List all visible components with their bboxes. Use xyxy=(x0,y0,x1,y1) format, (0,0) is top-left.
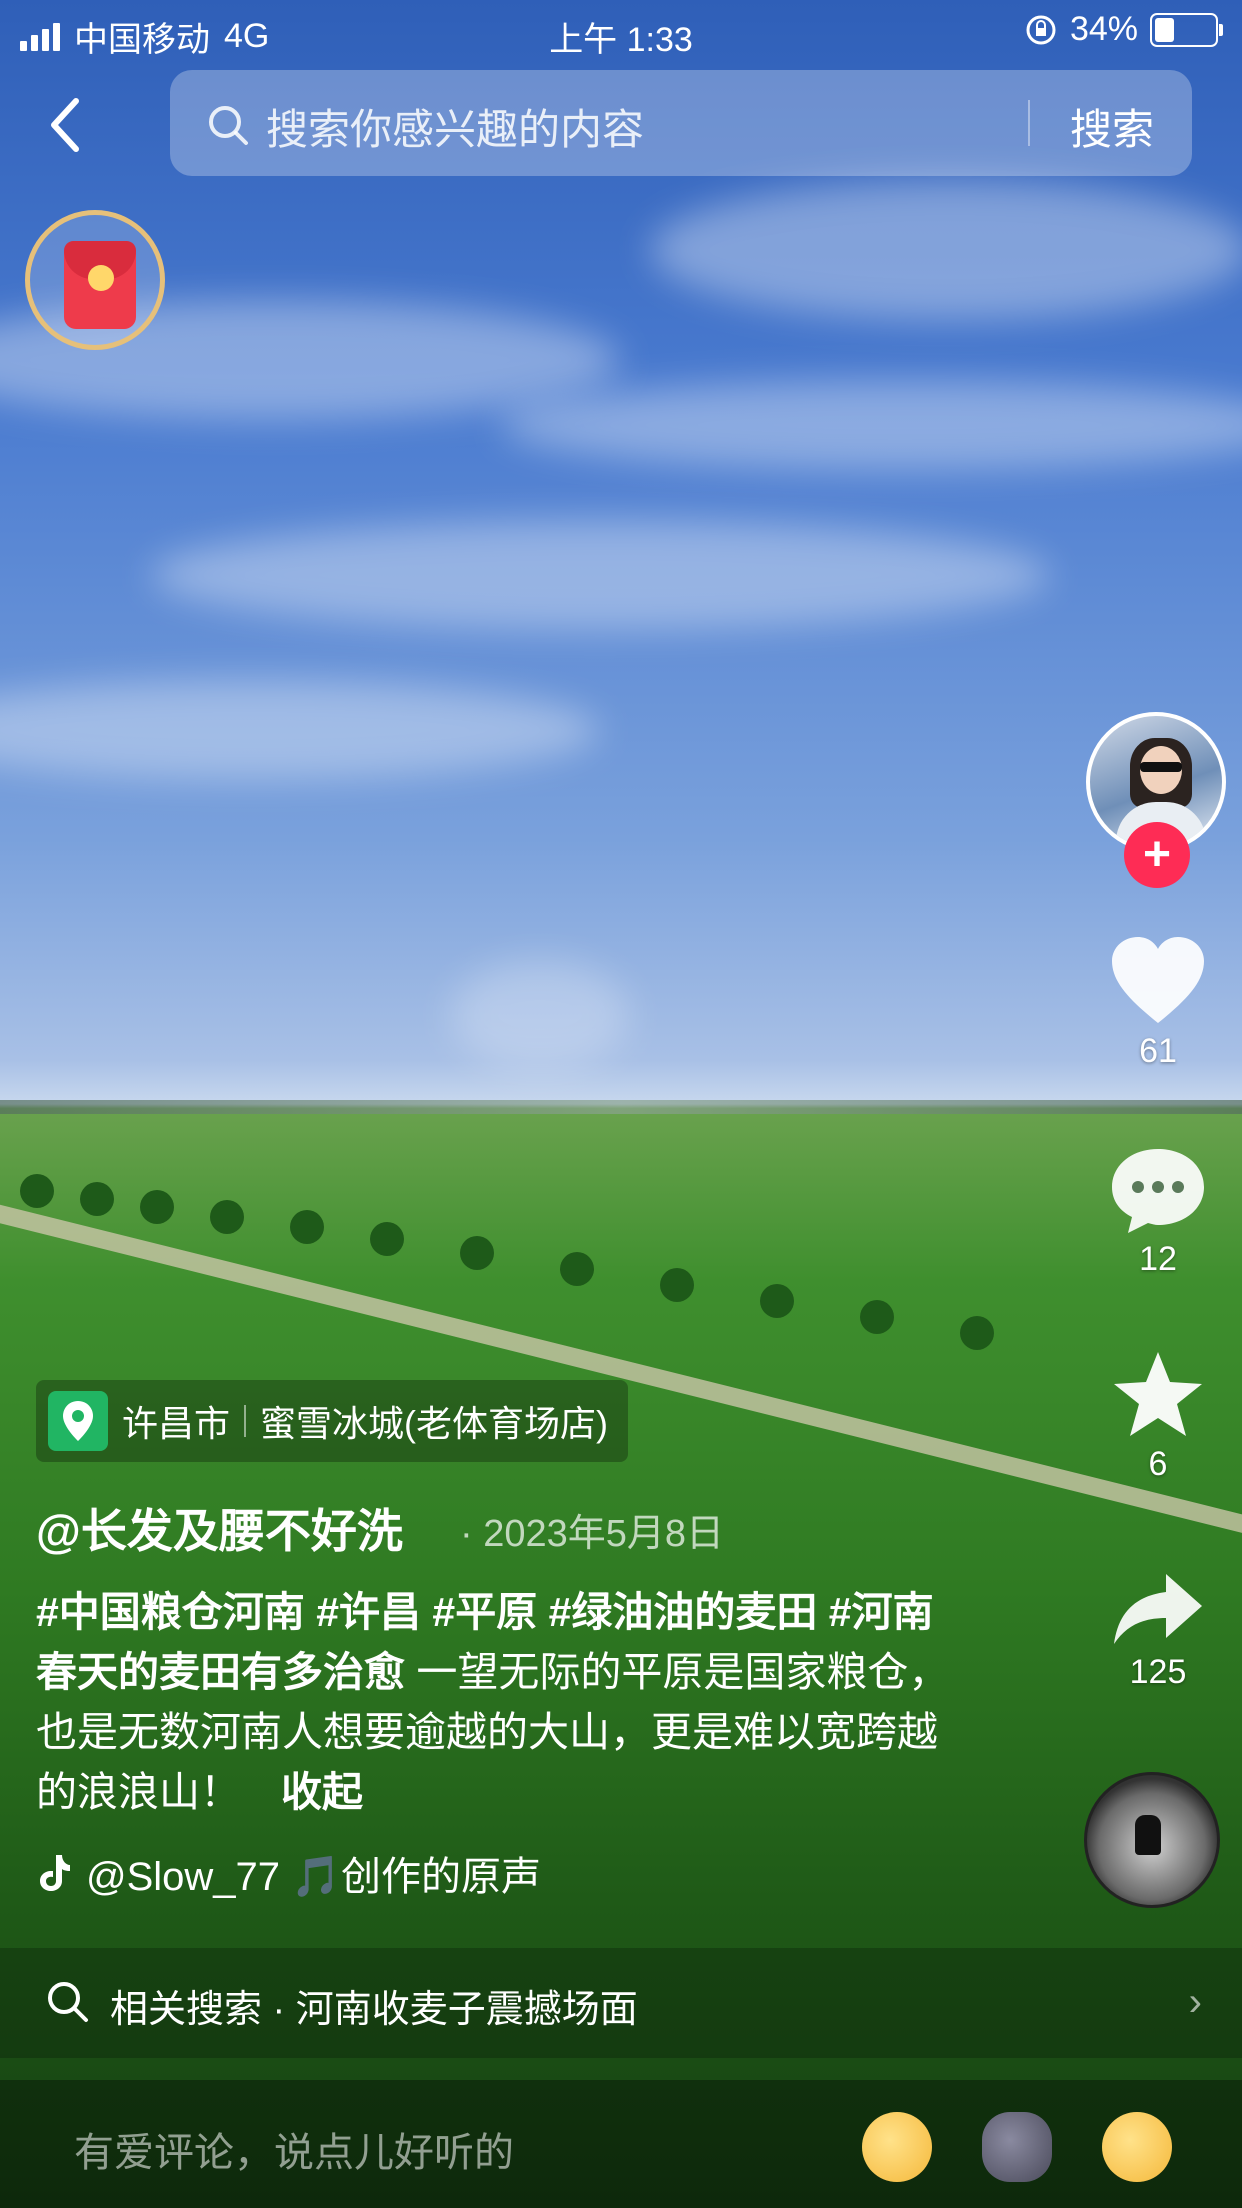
emoji-laugh-icon[interactable] xyxy=(1102,2112,1172,2182)
follow-button[interactable]: + xyxy=(1124,822,1190,888)
like-button[interactable]: 61 xyxy=(1088,935,1228,1071)
search-icon xyxy=(209,106,248,145)
related-search-text: 相关搜索 · 河南收麦子震撼场面 xyxy=(110,1989,638,2031)
music-label: @Slow_77 🎵创作的原声 xyxy=(86,1855,541,1899)
like-count: 61 xyxy=(1139,1032,1177,1070)
location-tag[interactable]: 许昌市 蜜雪冰城(老体育场店) xyxy=(36,1380,628,1462)
comment-icon xyxy=(1112,1149,1204,1233)
emoji-sweat-icon[interactable] xyxy=(862,2112,932,2182)
post-date: · 2023年5月8日 xyxy=(460,1513,725,1555)
favorite-count: 6 xyxy=(1148,1445,1168,1483)
author-name[interactable]: @长发及腰不好洗 xyxy=(36,1495,403,1561)
red-packet-icon xyxy=(64,241,136,329)
battery-percent: 34% xyxy=(1069,10,1138,48)
battery-icon xyxy=(1150,12,1223,47)
location-place: 蜜雪冰城(老体育场店) xyxy=(260,1403,608,1444)
comment-bar[interactable]: 有爱评论，说点儿好听的 xyxy=(0,2080,1242,2208)
star-icon xyxy=(1114,1352,1202,1436)
emoji-cat-icon[interactable] xyxy=(982,2112,1052,2182)
comment-count: 12 xyxy=(1139,1240,1177,1278)
red-packet-button[interactable] xyxy=(25,210,165,350)
location-city: 许昌市 xyxy=(122,1403,231,1444)
share-count: 125 xyxy=(1129,1653,1187,1691)
chevron-right-icon: › xyxy=(1188,1980,1202,2024)
tiktok-icon xyxy=(40,1855,70,1891)
search-bar[interactable]: 搜索你感兴趣的内容 搜索 xyxy=(170,70,1192,176)
related-search-bar[interactable]: 相关搜索 · 河南收麦子震撼场面 › xyxy=(0,1948,1242,2058)
search-button[interactable]: 搜索 xyxy=(1070,96,1154,157)
search-divider xyxy=(1028,100,1030,146)
status-bar: 中国移动 4G 上午 1:33 34% xyxy=(0,0,1242,64)
collapse-button[interactable]: 收起 xyxy=(281,1769,363,1815)
location-separator xyxy=(244,1405,247,1437)
rotation-lock-icon xyxy=(1026,15,1056,44)
back-icon xyxy=(51,98,79,152)
search-input[interactable]: 搜索你感兴趣的内容 xyxy=(266,96,644,157)
heart-icon xyxy=(1112,937,1204,1023)
music-disc[interactable] xyxy=(1084,1772,1220,1908)
share-icon xyxy=(1114,1574,1202,1644)
back-button[interactable] xyxy=(42,95,92,155)
search-icon xyxy=(48,1982,88,2022)
location-pin-icon xyxy=(48,1391,108,1451)
music-info[interactable]: @Slow_77 🎵创作的原声 xyxy=(36,1844,541,1902)
share-button[interactable]: 125 xyxy=(1088,1568,1228,1692)
comment-input[interactable]: 有爱评论，说点儿好听的 xyxy=(74,2120,514,2178)
comment-button[interactable]: 12 xyxy=(1088,1145,1228,1279)
favorite-button[interactable]: 6 xyxy=(1088,1348,1228,1484)
post-description: #中国粮仓河南 #许昌 #平原 #绿油油的麦田 #河南春天的麦田有多治愈 一望无… xyxy=(36,1582,966,1822)
